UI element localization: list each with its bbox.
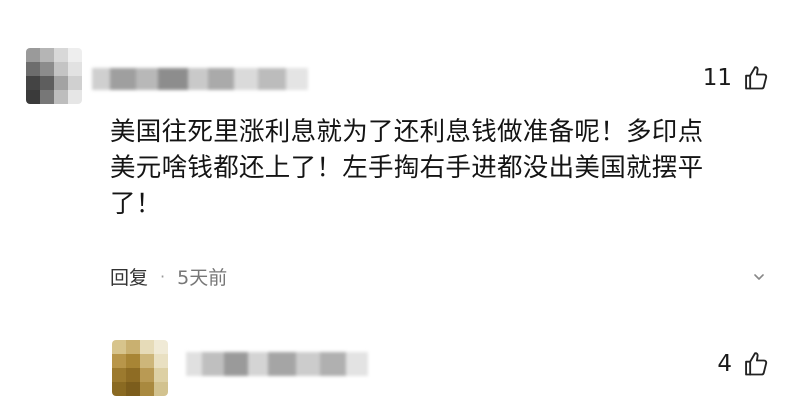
comment-line: 了！ bbox=[110, 189, 162, 219]
thumbs-up-icon[interactable] bbox=[742, 350, 770, 378]
comment-line: 美元啥钱都还上了！左手掏右手进都没出美国就摆平 bbox=[110, 153, 704, 183]
like-count: 11 bbox=[702, 65, 732, 91]
avatar[interactable] bbox=[26, 48, 82, 104]
like-control[interactable]: 4 bbox=[717, 350, 770, 378]
thumbs-up-icon[interactable] bbox=[742, 64, 770, 92]
comment-body: 美国往死里涨利息就为了还利息钱做准备呢！多印点 美元啥钱都还上了！左手掏右手进都… bbox=[110, 114, 770, 222]
comment-item: 11 美国往死里涨利息就为了还利息钱做准备呢！多印点 美元啥钱都还上了！左手掏右… bbox=[0, 0, 804, 310]
reply-button[interactable]: 回复 bbox=[110, 263, 148, 290]
comment-meta: 回复 · 5天前 bbox=[110, 263, 227, 290]
avatar[interactable] bbox=[112, 340, 168, 396]
comment-line: 美国往死里涨利息就为了还利息钱做准备呢！多印点 bbox=[110, 117, 704, 147]
timestamp: 5天前 bbox=[177, 267, 228, 289]
chevron-down-icon[interactable] bbox=[752, 270, 766, 284]
like-control[interactable]: 11 bbox=[703, 64, 770, 92]
username-blurred[interactable] bbox=[92, 68, 308, 90]
username-blurred[interactable] bbox=[186, 352, 368, 376]
like-count: 4 bbox=[717, 351, 732, 377]
separator-dot: · bbox=[160, 267, 166, 286]
